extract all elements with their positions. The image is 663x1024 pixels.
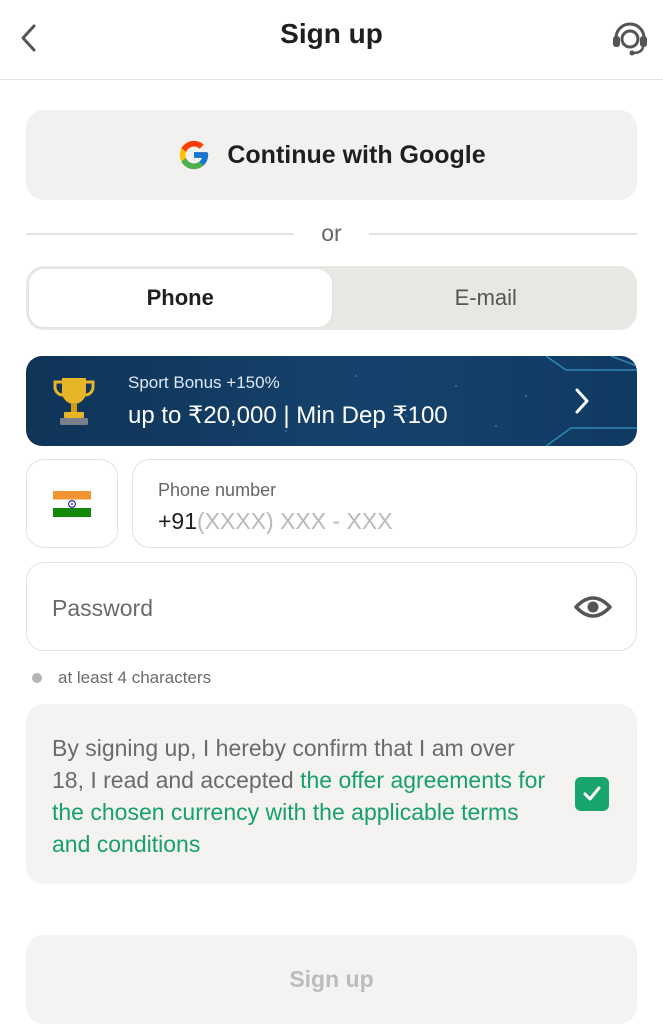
phone-placeholder: (XXXX) XXX - XXX: [197, 508, 393, 534]
india-flag-icon: [53, 490, 91, 517]
country-code: +91: [158, 508, 198, 534]
password-input[interactable]: Password: [26, 562, 637, 651]
divider-line-right: [369, 233, 637, 235]
hint-bullet: [32, 673, 42, 683]
trophy-icon: [53, 378, 95, 425]
support-button[interactable]: [609, 16, 651, 58]
tab-phone[interactable]: Phone: [28, 268, 333, 328]
terms-box: By signing up, I hereby confirm that I a…: [26, 704, 637, 884]
bonus-title: Sport Bonus +150%: [128, 373, 280, 392]
eye-icon[interactable]: [574, 593, 612, 621]
google-button-label: Continue with Google: [227, 140, 486, 169]
or-divider: or: [26, 218, 637, 250]
sport-bonus-banner[interactable]: Sport Bonus +150% up to ₹20,000 | Min De…: [26, 356, 637, 446]
password-placeholder: Password: [52, 595, 153, 621]
checkmark-icon: [583, 786, 601, 801]
continue-with-google-button[interactable]: Continue with Google: [26, 110, 637, 200]
country-selector[interactable]: [26, 459, 118, 548]
password-hint: at least 4 characters: [32, 667, 211, 689]
terms-text: By signing up, I hereby confirm that I a…: [52, 732, 552, 860]
page-title: Sign up: [280, 18, 383, 49]
google-logo-icon: [180, 140, 209, 170]
phone-number-value: +91(XXXX) XXX - XXX: [158, 508, 393, 535]
sign-up-button[interactable]: Sign up: [26, 935, 637, 1024]
chevron-right-icon: [575, 388, 589, 414]
phone-number-label: Phone number: [158, 480, 277, 500]
hint-text: at least 4 characters: [58, 668, 212, 687]
phone-number-input[interactable]: Phone number +91(XXXX) XXX - XXX: [132, 459, 637, 548]
signup-method-tabs: Phone E-mail: [26, 266, 637, 330]
top-bar: Sign up: [0, 0, 663, 80]
bonus-subtitle: up to ₹20,000 | Min Dep ₹100: [128, 402, 448, 429]
terms-checkbox[interactable]: [575, 777, 609, 811]
tab-email[interactable]: E-mail: [335, 266, 638, 330]
headset-support-icon: [613, 22, 647, 56]
